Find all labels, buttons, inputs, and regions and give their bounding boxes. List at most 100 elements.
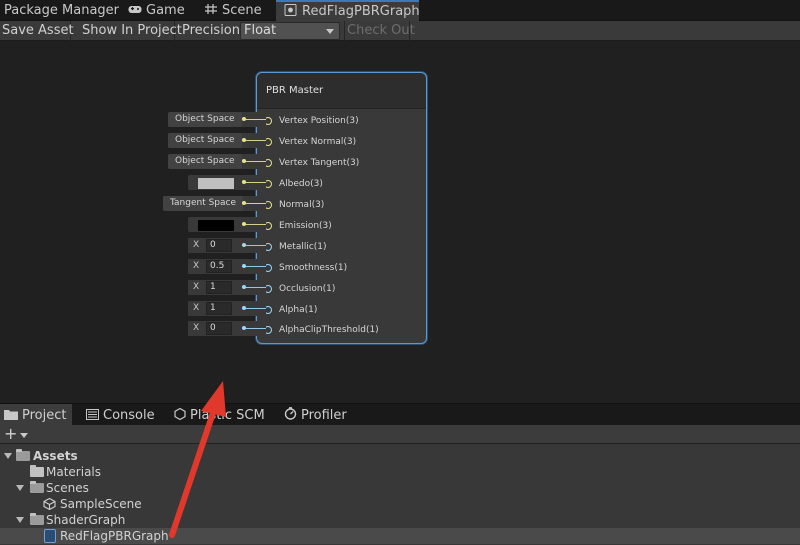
normal-space-input[interactable]: Tangent Space bbox=[163, 196, 266, 211]
x-label: X bbox=[193, 323, 200, 333]
port-label: AlphaClipThreshold(1) bbox=[279, 325, 379, 335]
emission-color-swatch[interactable] bbox=[198, 220, 234, 231]
unity-scene-icon bbox=[43, 498, 56, 510]
expand-arrow-icon[interactable] bbox=[16, 517, 24, 523]
alpha-value-input[interactable]: X 1 bbox=[188, 301, 266, 316]
port-label: Metallic(1) bbox=[279, 242, 327, 252]
albedo-color-swatch[interactable] bbox=[198, 178, 234, 189]
tree-item-samplescene[interactable]: SampleScene bbox=[0, 496, 800, 512]
input-port-dot-icon bbox=[242, 243, 246, 247]
port-label: Smoothness(1) bbox=[279, 263, 348, 273]
tab-label: Profiler bbox=[301, 408, 347, 423]
albedo-color-input[interactable] bbox=[188, 175, 266, 190]
tab-package-manager[interactable]: Package Manager bbox=[4, 0, 120, 21]
save-asset-button[interactable]: Save Asset bbox=[0, 21, 74, 41]
tree-item-scenes[interactable]: Scenes bbox=[0, 480, 800, 496]
alpha-clip-threshold-value-input[interactable]: X 0 bbox=[188, 321, 266, 336]
grid-icon bbox=[205, 4, 217, 14]
space-label: Object Space bbox=[168, 133, 242, 148]
input-port-dot-icon bbox=[242, 306, 246, 310]
tree-item-label: RedFlagPBRGraph bbox=[60, 529, 169, 543]
expand-arrow-icon[interactable] bbox=[16, 485, 24, 491]
port-metallic[interactable]: Metallic(1) bbox=[264, 240, 327, 254]
precision-dropdown[interactable]: Float bbox=[240, 22, 340, 40]
shader-graph-icon bbox=[284, 4, 297, 16]
tab-label: RedFlagPBRGraph bbox=[302, 4, 420, 19]
tab-console[interactable]: Console bbox=[86, 404, 156, 426]
tree-item-materials[interactable]: Materials bbox=[0, 464, 800, 480]
node-title: PBR Master bbox=[257, 73, 426, 109]
port-vertex-position[interactable]: Vertex Position(3) bbox=[264, 114, 359, 128]
metallic-value-input[interactable]: X 0 bbox=[188, 238, 266, 253]
editor-tab-bar: Package Manager Game Scene RedFlagPBRGra… bbox=[0, 0, 800, 21]
tab-label: Project bbox=[22, 408, 67, 423]
show-in-project-button[interactable]: Show In Project bbox=[80, 21, 182, 41]
input-port-dot-icon bbox=[242, 285, 246, 289]
project-tree: Assets Materials Scenes SampleScene Shad… bbox=[0, 444, 800, 545]
tab-scene[interactable]: Scene bbox=[204, 0, 270, 21]
input-port-dot-icon bbox=[242, 117, 246, 121]
chevron-down-icon[interactable] bbox=[20, 433, 28, 438]
tab-plastic-scm[interactable]: Plastic SCM bbox=[174, 404, 266, 426]
value-field[interactable]: 0 bbox=[206, 322, 232, 335]
add-button[interactable]: + bbox=[4, 426, 17, 442]
value-field[interactable]: 1 bbox=[206, 281, 232, 294]
project-toolbar: + bbox=[0, 425, 800, 444]
space-label: Object Space bbox=[168, 154, 242, 169]
folder-icon bbox=[4, 410, 18, 420]
tree-item-redflagpbrgraph[interactable]: RedFlagPBRGraph bbox=[0, 528, 800, 544]
folder-open-icon bbox=[30, 513, 44, 525]
tree-item-shadergraph[interactable]: ShaderGraph bbox=[0, 512, 800, 528]
port-label: Emission(3) bbox=[279, 221, 332, 231]
gamepad-icon bbox=[128, 6, 142, 13]
tab-redflagpbrgraph[interactable]: RedFlagPBRGraph bbox=[276, 0, 420, 21]
port-label: Vertex Tangent(3) bbox=[279, 158, 360, 168]
input-port-dot-icon bbox=[242, 326, 246, 330]
expand-arrow-icon[interactable] bbox=[4, 453, 12, 459]
console-icon bbox=[86, 409, 99, 420]
tree-item-label: Materials bbox=[46, 465, 102, 479]
tab-project[interactable]: Project bbox=[0, 404, 72, 426]
input-port-dot-icon bbox=[242, 159, 246, 163]
port-alpha[interactable]: Alpha(1) bbox=[264, 303, 317, 317]
smoothness-value-input[interactable]: X 0.5 bbox=[188, 259, 266, 274]
vertex-tangent-space-input[interactable]: Object Space bbox=[168, 154, 266, 169]
port-smoothness[interactable]: Smoothness(1) bbox=[264, 261, 347, 275]
port-label: Alpha(1) bbox=[279, 305, 318, 315]
chevron-down-icon bbox=[326, 29, 334, 34]
tab-label: Package Manager bbox=[4, 3, 120, 18]
graph-toolbar: Save Asset Show In Project Precision Flo… bbox=[0, 21, 800, 41]
port-vertex-normal[interactable]: Vertex Normal(3) bbox=[264, 135, 356, 149]
port-alpha-clip-threshold[interactable]: AlphaClipThreshold(1) bbox=[264, 323, 379, 337]
x-label: X bbox=[193, 282, 200, 292]
plastic-scm-icon bbox=[174, 408, 186, 420]
value-field[interactable]: 1 bbox=[206, 302, 232, 315]
profiler-icon bbox=[284, 407, 297, 420]
value-field[interactable]: 0.5 bbox=[206, 260, 232, 273]
x-label: X bbox=[193, 240, 200, 250]
port-vertex-tangent[interactable]: Vertex Tangent(3) bbox=[264, 156, 359, 170]
value-field[interactable]: 0 bbox=[206, 239, 232, 252]
tab-game[interactable]: Game bbox=[128, 0, 192, 21]
tab-label: Scene bbox=[222, 3, 262, 18]
port-emission[interactable]: Emission(3) bbox=[264, 219, 332, 233]
input-port-dot-icon bbox=[242, 264, 246, 268]
x-label: X bbox=[193, 303, 200, 313]
port-normal[interactable]: Normal(3) bbox=[264, 198, 324, 212]
port-albedo[interactable]: Albedo(3) bbox=[264, 177, 323, 191]
vertex-position-space-input[interactable]: Object Space bbox=[168, 112, 266, 127]
tab-label: Console bbox=[103, 408, 155, 423]
tree-item-label: Assets bbox=[33, 449, 78, 463]
input-port-dot-icon bbox=[242, 201, 246, 205]
vertex-normal-space-input[interactable]: Object Space bbox=[168, 133, 266, 148]
graph-canvas[interactable]: PBR Master Vertex Position(3) Vertex Nor… bbox=[0, 41, 800, 403]
occlusion-value-input[interactable]: X 1 bbox=[188, 280, 266, 295]
shader-graph-icon bbox=[44, 529, 56, 543]
tree-item-assets[interactable]: Assets bbox=[0, 448, 800, 464]
tab-profiler[interactable]: Profiler bbox=[284, 404, 350, 426]
port-label: Occlusion(1) bbox=[279, 284, 336, 294]
precision-label: Precision bbox=[182, 23, 241, 38]
port-occlusion[interactable]: Occlusion(1) bbox=[264, 282, 335, 296]
emission-color-input[interactable] bbox=[188, 217, 266, 232]
check-out-button[interactable]: Check Out bbox=[344, 21, 415, 41]
